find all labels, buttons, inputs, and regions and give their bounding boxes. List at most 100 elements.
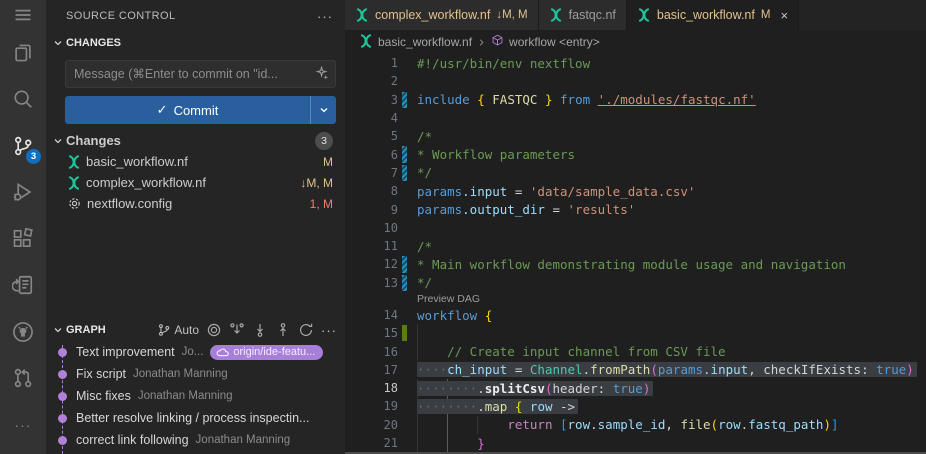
code-token: return: [507, 417, 552, 432]
activity-search[interactable]: [0, 76, 46, 122]
changes-section-header[interactable]: CHANGES: [46, 32, 345, 54]
graph-actions: Auto ···: [157, 322, 337, 338]
graph-auto-label[interactable]: Auto: [174, 323, 199, 337]
more-actions-icon[interactable]: ···: [317, 9, 333, 24]
code-lens-link[interactable]: Preview DAG: [417, 293, 480, 305]
code-token: * Workflow parameters: [417, 147, 575, 162]
code-line[interactable]: 16 // Create input channel from CSV file: [345, 342, 926, 360]
activity-github[interactable]: [0, 309, 46, 355]
code-line[interactable]: 7*/: [345, 164, 926, 182]
run-debug-icon: [12, 181, 34, 203]
changes-tree-header[interactable]: Changes 3: [46, 130, 345, 151]
code-token: Channel: [530, 362, 583, 377]
code-lens-row: Preview DAG: [345, 292, 926, 306]
whitespace-dots: ········: [417, 399, 477, 414]
code-line[interactable]: 4: [345, 109, 926, 127]
code-line-content: ····ch_input = Channel.fromPath(params.i…: [417, 361, 917, 379]
code-token: {: [477, 92, 485, 107]
code-line[interactable]: 5/*: [345, 127, 926, 145]
code-token: (: [545, 381, 553, 396]
gutter-added-marker: [402, 325, 407, 341]
commit-button[interactable]: ✓ Commit: [65, 96, 336, 124]
more-actions-icon[interactable]: ···: [321, 323, 337, 338]
target-icon[interactable]: [206, 322, 222, 338]
code-line[interactable]: 2: [345, 72, 926, 90]
file-name: basic_workflow.nf: [86, 154, 188, 169]
breadcrumb-symbol[interactable]: workflow <entry>: [509, 35, 600, 49]
code-line[interactable]: 6* Workflow parameters: [345, 145, 926, 163]
commit-message-input[interactable]: [65, 60, 336, 88]
code-line[interactable]: 21 }: [345, 434, 926, 452]
activity-more[interactable]: ···: [0, 402, 46, 448]
code-token: './modules/fastqc.nf': [598, 92, 756, 107]
commit-row[interactable]: Text improvementJo...origin/ide-featu...: [46, 341, 345, 363]
code-line[interactable]: 18········.splitCsv(header: true): [345, 379, 926, 397]
activity-pull-request[interactable]: [0, 355, 46, 401]
tab-git-badge: M: [761, 9, 771, 21]
graph-auto-toggle[interactable]: Auto: [157, 323, 199, 337]
code-token: #!/usr/bin/env nextflow: [417, 56, 590, 71]
code-line[interactable]: 8params.input = 'data/sample_data.csv': [345, 182, 926, 200]
refresh-icon[interactable]: [298, 322, 314, 338]
breadcrumb-file[interactable]: basic_workflow.nf: [378, 35, 472, 49]
code-line[interactable]: 12* Main workflow demonstrating module u…: [345, 255, 926, 273]
code-line-content: return [row.sample_id, file(row.fastq_pa…: [417, 416, 839, 434]
code-line[interactable]: 1 #!/usr/bin/env nextflow: [345, 54, 926, 72]
line-number: 3: [345, 93, 398, 107]
commit-row[interactable]: Fix scriptJonathan Manning: [46, 363, 345, 385]
branch-ref-pill[interactable]: origin/ide-featu...: [210, 345, 323, 360]
close-icon[interactable]: ×: [780, 8, 788, 23]
code-token: * Main workflow demonstrating module usa…: [417, 257, 846, 272]
activity-extensions[interactable]: [0, 216, 46, 262]
code-token: /*: [417, 239, 432, 254]
code-token: include: [417, 92, 477, 107]
chevron-right-icon: [477, 38, 486, 47]
code-line[interactable]: 13*/: [345, 274, 926, 292]
copilot-sparkle-icon[interactable]: [315, 66, 330, 84]
code-line[interactable]: 11/*: [345, 237, 926, 255]
whitespace-dots: ····: [417, 362, 447, 377]
code-line[interactable]: 14 workflow {: [345, 306, 926, 324]
activity-run-debug[interactable]: [0, 169, 46, 215]
code-line[interactable]: 10: [345, 219, 926, 237]
commit-row[interactable]: correct link followingJonathan Manning: [46, 429, 345, 451]
commit-message-box: [65, 60, 336, 88]
branch-ref-label: origin/ide-featu...: [233, 346, 315, 358]
tab-fastqc.nf[interactable]: fastqc.nf: [539, 0, 627, 30]
changed-file-row[interactable]: nextflow.config1, M: [46, 193, 345, 214]
code-token: sample_id: [598, 417, 666, 432]
tab-complex_workflow.nf[interactable]: complex_workflow.nf↓M, M: [345, 0, 539, 30]
activity-menu[interactable]: [0, 0, 46, 30]
code-line[interactable]: 20 return [row.sample_id, file(row.fastq…: [345, 416, 926, 434]
pull-icon[interactable]: [252, 322, 268, 338]
code-token: .input: [703, 362, 748, 377]
line-number: 1: [345, 56, 398, 70]
code-token: params: [417, 184, 462, 199]
commit-row[interactable]: Better resolve linking / process inspect…: [46, 407, 345, 429]
line-number: 14: [345, 308, 398, 322]
code-line[interactable]: 17····ch_input = Channel.fromPath(params…: [345, 361, 926, 379]
push-icon[interactable]: [275, 322, 291, 338]
changed-file-row[interactable]: complex_workflow.nf↓M, M: [46, 172, 345, 193]
code-line-content: ········.map { row ->: [417, 397, 578, 415]
code-line[interactable]: 19········.map { row ->: [345, 397, 926, 415]
changed-file-row[interactable]: basic_workflow.nfM: [46, 151, 345, 172]
branch-icon[interactable]: [157, 323, 171, 337]
symbol-cube-icon: [491, 34, 504, 50]
tab-basic_workflow.nf[interactable]: basic_workflow.nfM×: [627, 0, 799, 30]
code-line[interactable]: 15: [345, 324, 926, 342]
commit-row[interactable]: Misc fixesJonathan Manning: [46, 385, 345, 407]
tab-label: complex_workflow.nf: [375, 8, 490, 22]
activity-explorer[interactable]: [0, 30, 46, 76]
activity-source-control[interactable]: 3: [0, 123, 46, 169]
code-line[interactable]: 3include { FASTQC } from './modules/fast…: [345, 91, 926, 109]
activity-report[interactable]: [0, 262, 46, 308]
fetch-icon[interactable]: [229, 322, 245, 338]
chevron-down-icon[interactable]: [50, 322, 66, 338]
code-token: true: [613, 381, 643, 396]
commit-dropdown-button[interactable]: [310, 96, 336, 124]
code-token: fromPath: [590, 362, 650, 377]
code-line-content: workflow {: [417, 306, 492, 324]
github-icon: [12, 321, 34, 343]
code-line[interactable]: 9params.output_dir = 'results': [345, 200, 926, 218]
